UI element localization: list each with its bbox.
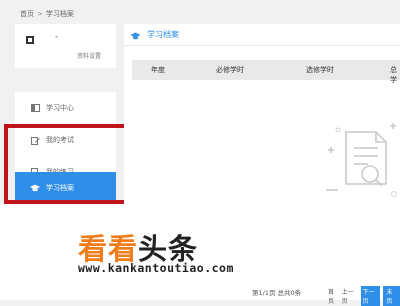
table-header: 年度 必修学时 选修学时 总学: [132, 60, 400, 84]
sidebar: - 资料设置 学习中心 我的考试 我的练习 学习档案: [15, 24, 116, 204]
watermark-url: www.kankantoutiao.com: [78, 261, 234, 275]
sidebar-item-my-exams[interactable]: 我的考试: [15, 124, 116, 156]
column-header-total-hours: 总学: [390, 66, 397, 84]
breadcrumb-current: 学习档案: [45, 10, 74, 18]
edit-icon: [30, 135, 40, 145]
panel-header: 学习档案: [124, 24, 400, 46]
sidebar-divider: [15, 68, 116, 92]
page-title: 学习档案: [147, 30, 179, 39]
graduation-cap-icon: [130, 25, 141, 44]
last-page-button[interactable]: 末页: [383, 286, 400, 306]
next-page-button[interactable]: 下一页: [360, 286, 381, 306]
profile-name: -: [55, 32, 58, 41]
empty-state-icon: [324, 120, 400, 208]
main-panel: 学习档案 年度 必修学时 选修学时 总学: [124, 24, 400, 204]
profile-card: - 资料设置: [15, 24, 116, 68]
column-header-year: 年度: [151, 66, 165, 74]
breadcrumb-home[interactable]: 首页: [20, 9, 34, 19]
pagination: 首页 上一页 下一页 末页: [328, 286, 400, 306]
prev-page-button[interactable]: 上一页: [342, 287, 358, 305]
avatar[interactable]: [26, 36, 34, 44]
profile-settings-link[interactable]: 资料设置: [77, 51, 101, 60]
sidebar-item-learning-archive[interactable]: 学习档案: [15, 172, 116, 204]
sidebar-item-label: 学习中心: [46, 104, 74, 112]
sidebar-item-label: 学习档案: [46, 184, 74, 192]
first-page-button[interactable]: 首页: [328, 287, 339, 305]
column-header-required-hours: 必修学时: [216, 66, 244, 74]
column-header-elective-hours: 选修学时: [306, 66, 334, 74]
layout-icon: [30, 103, 40, 113]
sidebar-item-learning-center[interactable]: 学习中心: [15, 92, 116, 124]
pagination-info: 第1/1页 总共0条: [252, 289, 302, 297]
breadcrumb-separator: >: [37, 10, 43, 18]
graduation-cap-icon: [30, 183, 40, 193]
sidebar-item-label: 我的考试: [46, 136, 74, 144]
breadcrumb: 首页 > 学习档案: [20, 7, 74, 21]
